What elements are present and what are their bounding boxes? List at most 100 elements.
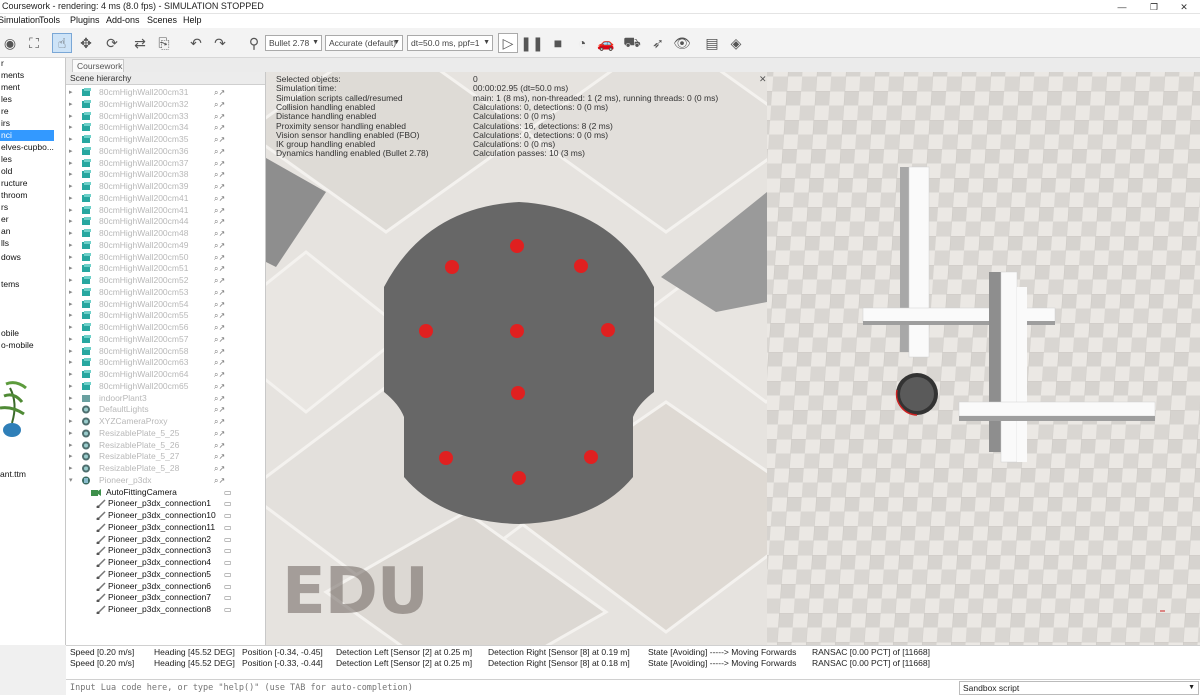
hierarchy-row[interactable]: ▸ ResizablePlate_5_25 ⌕↗: [66, 428, 265, 440]
expand-toggle-icon[interactable]: ▸: [69, 382, 73, 390]
expand-toggle-icon[interactable]: ▸: [69, 194, 73, 202]
model-folder-item[interactable]: ructure: [0, 178, 27, 189]
hierarchy-row[interactable]: ▸ 80cmHighWall200cm38 ⌕↗: [66, 169, 265, 181]
expand-toggle-icon[interactable]: ▸: [69, 370, 73, 378]
expand-toggle-icon[interactable]: ▸: [69, 88, 73, 96]
hierarchy-row[interactable]: Pioneer_p3dx_connection8 ▭: [66, 604, 265, 616]
script-icon[interactable]: ⌕↗: [214, 170, 225, 180]
expand-toggle-icon[interactable]: ▸: [69, 253, 73, 261]
script-icon[interactable]: ⌕↗: [214, 441, 225, 451]
script-icon[interactable]: ⌕↗: [214, 159, 225, 169]
hierarchy-row[interactable]: ▸ 80cmHighWall200cm44 ⌕↗: [66, 216, 265, 228]
hierarchy-row[interactable]: ▸ 80cmHighWall200cm51 ⌕↗: [66, 263, 265, 275]
menu-add-ons[interactable]: Add-ons: [106, 15, 140, 25]
expand-toggle-icon[interactable]: ▸: [69, 147, 73, 155]
pause-icon[interactable]: ❚❚: [520, 33, 543, 53]
expand-toggle-icon[interactable]: ▸: [69, 182, 73, 190]
expand-toggle-icon[interactable]: ▸: [69, 417, 73, 425]
model-folder-item[interactable]: [0, 316, 1, 327]
script-icon[interactable]: ⌕↗: [214, 335, 225, 345]
script-icon[interactable]: ⌕↗: [214, 241, 225, 251]
script-selector[interactable]: Sandbox script ▼: [959, 681, 1199, 695]
expand-toggle-icon[interactable]: ▸: [69, 123, 73, 131]
script-icon[interactable]: ⌕↗: [214, 229, 225, 239]
expand-toggle-icon[interactable]: ▸: [69, 170, 73, 178]
script-icon[interactable]: ▭: [224, 570, 232, 579]
script-icon[interactable]: ⌕↗: [214, 370, 225, 380]
hierarchy-row[interactable]: ▸ 80cmHighWall200cm39 ⌕↗: [66, 181, 265, 193]
hierarchy-row[interactable]: ▸ 80cmHighWall200cm34 ⌕↗: [66, 122, 265, 134]
model-folder-item[interactable]: [0, 292, 1, 303]
object-rotate-icon[interactable]: ⟳: [102, 33, 122, 53]
lua-command-input[interactable]: [68, 681, 948, 695]
script-icon[interactable]: ⌕↗: [214, 382, 225, 392]
expand-toggle-icon[interactable]: ▸: [69, 347, 73, 355]
model-folder-item[interactable]: les: [0, 154, 12, 165]
hierarchy-row[interactable]: ▸ 80cmHighWall200cm33 ⌕↗: [66, 111, 265, 123]
expand-toggle-icon[interactable]: ▾: [69, 476, 73, 484]
layers-icon[interactable]: ▤: [702, 33, 722, 53]
assemble-icon[interactable]: ⇄: [130, 33, 150, 53]
slower-icon[interactable]: 🚗: [596, 33, 616, 53]
hierarchy-row[interactable]: ▸ DefaultLights ⌕↗: [66, 404, 265, 416]
hierarchy-row[interactable]: ▸ 80cmHighWall200cm57 ⌕↗: [66, 334, 265, 346]
script-icon[interactable]: ⌕↗: [214, 135, 225, 145]
script-icon[interactable]: ⌕↗: [214, 276, 225, 286]
expand-toggle-icon[interactable]: ▸: [69, 229, 73, 237]
script-icon[interactable]: ⌕↗: [214, 288, 225, 298]
script-icon[interactable]: ⌕↗: [214, 123, 225, 133]
hierarchy-row[interactable]: ▸ 80cmHighWall200cm36 ⌕↗: [66, 146, 265, 158]
script-icon[interactable]: ⌕↗: [214, 112, 225, 122]
script-icon[interactable]: ⌕↗: [214, 88, 225, 98]
script-icon[interactable]: ⌕↗: [214, 429, 225, 439]
hierarchy-row[interactable]: Pioneer_p3dx_connection11 ▭: [66, 522, 265, 534]
model-folder-item[interactable]: r: [0, 58, 4, 69]
expand-toggle-icon[interactable]: ▸: [69, 100, 73, 108]
menu-simulation[interactable]: Simulation: [0, 15, 40, 25]
script-icon[interactable]: ⌕↗: [214, 358, 225, 368]
hierarchy-row[interactable]: ▸ ResizablePlate_5_28 ⌕↗: [66, 463, 265, 475]
camera-pan-icon[interactable]: ◉: [0, 33, 20, 53]
expand-toggle-icon[interactable]: ▸: [69, 135, 73, 143]
script-icon[interactable]: ⌕↗: [214, 394, 225, 404]
hierarchy-row[interactable]: ▸ 80cmHighWall200cm32 ⌕↗: [66, 99, 265, 111]
model-folder-item[interactable]: ments: [0, 70, 24, 81]
script-icon[interactable]: ⌕↗: [214, 217, 225, 227]
script-icon[interactable]: ▭: [224, 511, 232, 520]
model-folder-item[interactable]: les: [0, 94, 12, 105]
expand-toggle-icon[interactable]: ▸: [69, 300, 73, 308]
expand-toggle-icon[interactable]: ▸: [69, 276, 73, 284]
hierarchy-row[interactable]: ▸ 80cmHighWall200cm58 ⌕↗: [66, 346, 265, 358]
hierarchy-row[interactable]: ▸ 80cmHighWall200cm54 ⌕↗: [66, 299, 265, 311]
hierarchy-row[interactable]: AutoFittingCamera ▭: [66, 487, 265, 499]
script-icon[interactable]: ⌕↗: [214, 464, 225, 474]
tab-coursework[interactable]: Coursework: [72, 59, 124, 72]
script-icon[interactable]: ⌕↗: [214, 405, 225, 415]
visualization-icon[interactable]: 👁: [672, 33, 692, 53]
script-icon[interactable]: ⌕↗: [214, 264, 225, 274]
thread-icon[interactable]: ➶: [648, 33, 668, 53]
expand-toggle-icon[interactable]: ▸: [69, 159, 73, 167]
expand-toggle-icon[interactable]: ▸: [69, 112, 73, 120]
script-icon[interactable]: ▭: [224, 558, 232, 567]
expand-toggle-icon[interactable]: ▸: [69, 323, 73, 331]
expand-toggle-icon[interactable]: ▸: [69, 311, 73, 319]
script-icon[interactable]: ⌕↗: [214, 323, 225, 333]
menu-plugins[interactable]: Plugins: [70, 15, 100, 25]
script-icon[interactable]: ⌕↗: [214, 253, 225, 263]
click-select-icon[interactable]: ☝: [52, 33, 72, 53]
script-icon[interactable]: ⌕↗: [214, 300, 225, 310]
stop-icon[interactable]: ■: [548, 33, 568, 53]
expand-toggle-icon[interactable]: ▸: [69, 206, 73, 214]
hierarchy-row[interactable]: Pioneer_p3dx_connection6 ▭: [66, 581, 265, 593]
script-icon[interactable]: ▭: [224, 488, 232, 497]
close-info-icon[interactable]: ✕: [759, 74, 767, 85]
menu-help[interactable]: Help: [183, 15, 202, 25]
redo-icon[interactable]: ↷: [210, 33, 230, 53]
undo-icon[interactable]: ↶: [186, 33, 206, 53]
hierarchy-row[interactable]: Pioneer_p3dx_connection4 ▭: [66, 557, 265, 569]
hierarchy-row[interactable]: ▸ ResizablePlate_5_26 ⌕↗: [66, 440, 265, 452]
hierarchy-row[interactable]: Pioneer_p3dx_connection3 ▭: [66, 545, 265, 557]
expand-toggle-icon[interactable]: ▸: [69, 241, 73, 249]
model-folder-item[interactable]: er: [0, 214, 9, 225]
